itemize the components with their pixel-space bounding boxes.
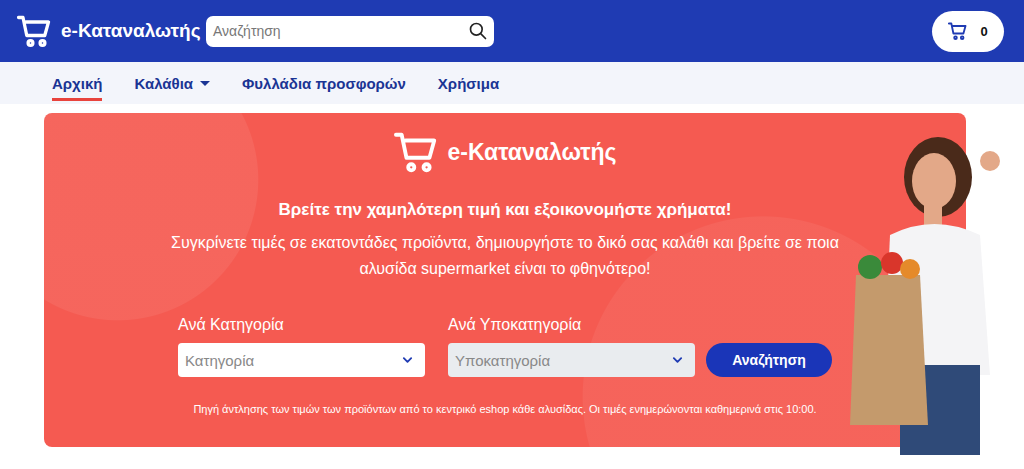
select-field: Υποκατηγορία (448, 343, 695, 377)
nav-item[interactable]: Καλάθια (134, 69, 210, 101)
source-note: Πηγή άντλησης των τιμών των προϊόντων απ… (193, 403, 816, 415)
chevron-icon (672, 356, 683, 364)
caret-icon (200, 81, 210, 86)
nav-item[interactable]: Χρήσιμα (438, 69, 499, 101)
chevron-icon (402, 356, 413, 364)
select-field[interactable]: Κατηγορία (178, 343, 425, 377)
filter-label: Ανά Κατηγορία (178, 316, 425, 334)
nav-item[interactable]: Φυλλάδια προσφορών (242, 69, 406, 101)
top-bar: e-Καταναλωτής Αναζήτηση 0 (0, 0, 1024, 62)
page: e-Καταναλωτής Αναζήτηση 0 Αρχική Καλάθια Φυλλ… (0, 0, 1024, 469)
cart-icon (948, 21, 968, 41)
hero-photo (850, 125, 1010, 455)
nav-bar: Αρχική Καλάθια Φυλλάδια προσφορών Χρήσιμα (0, 62, 1024, 104)
search-placeholder: Αναζήτηση (213, 23, 281, 39)
hero-banner: e-Καταναλωτής Βρείτε την χαμηλότερη τιμή … (44, 113, 966, 447)
filter: Ανά Υποκατηγορία Υποκατηγορία (448, 316, 695, 377)
cart-icon (17, 13, 53, 49)
hero-logo: e-Καταναλωτής (394, 129, 617, 175)
hero-title: Βρείτε την χαμηλότερη τιμή και εξοικονομ… (279, 200, 732, 220)
filter-row: Ανά Κατηγορία Κατηγορία Ανά Υποκατηγορία Υπ… (178, 316, 832, 377)
logo[interactable]: e-Καταναλωτής (17, 13, 206, 49)
search-field[interactable]: Αναζήτηση (206, 16, 494, 47)
nav-item[interactable]: Αρχική (52, 69, 102, 101)
magnifier-icon[interactable] (468, 21, 488, 41)
search-button[interactable]: Αναζήτηση (706, 343, 832, 377)
filter: Ανά Κατηγορία Κατηγορία (178, 316, 425, 377)
cart-icon (394, 129, 440, 175)
filter-label: Ανά Υποκατηγορία (448, 316, 695, 334)
hero-subtitle: Συγκρίνετε τιμές σε εκατοντάδες προϊόντα… (160, 230, 850, 282)
cart-count: 0 (980, 24, 987, 39)
logo-text: e-Καταναλωτής (61, 20, 201, 42)
main: e-Καταναλωτής Βρείτε την χαμηλότερη τιμή … (0, 104, 1024, 447)
cart-button[interactable]: 0 (932, 11, 1004, 52)
